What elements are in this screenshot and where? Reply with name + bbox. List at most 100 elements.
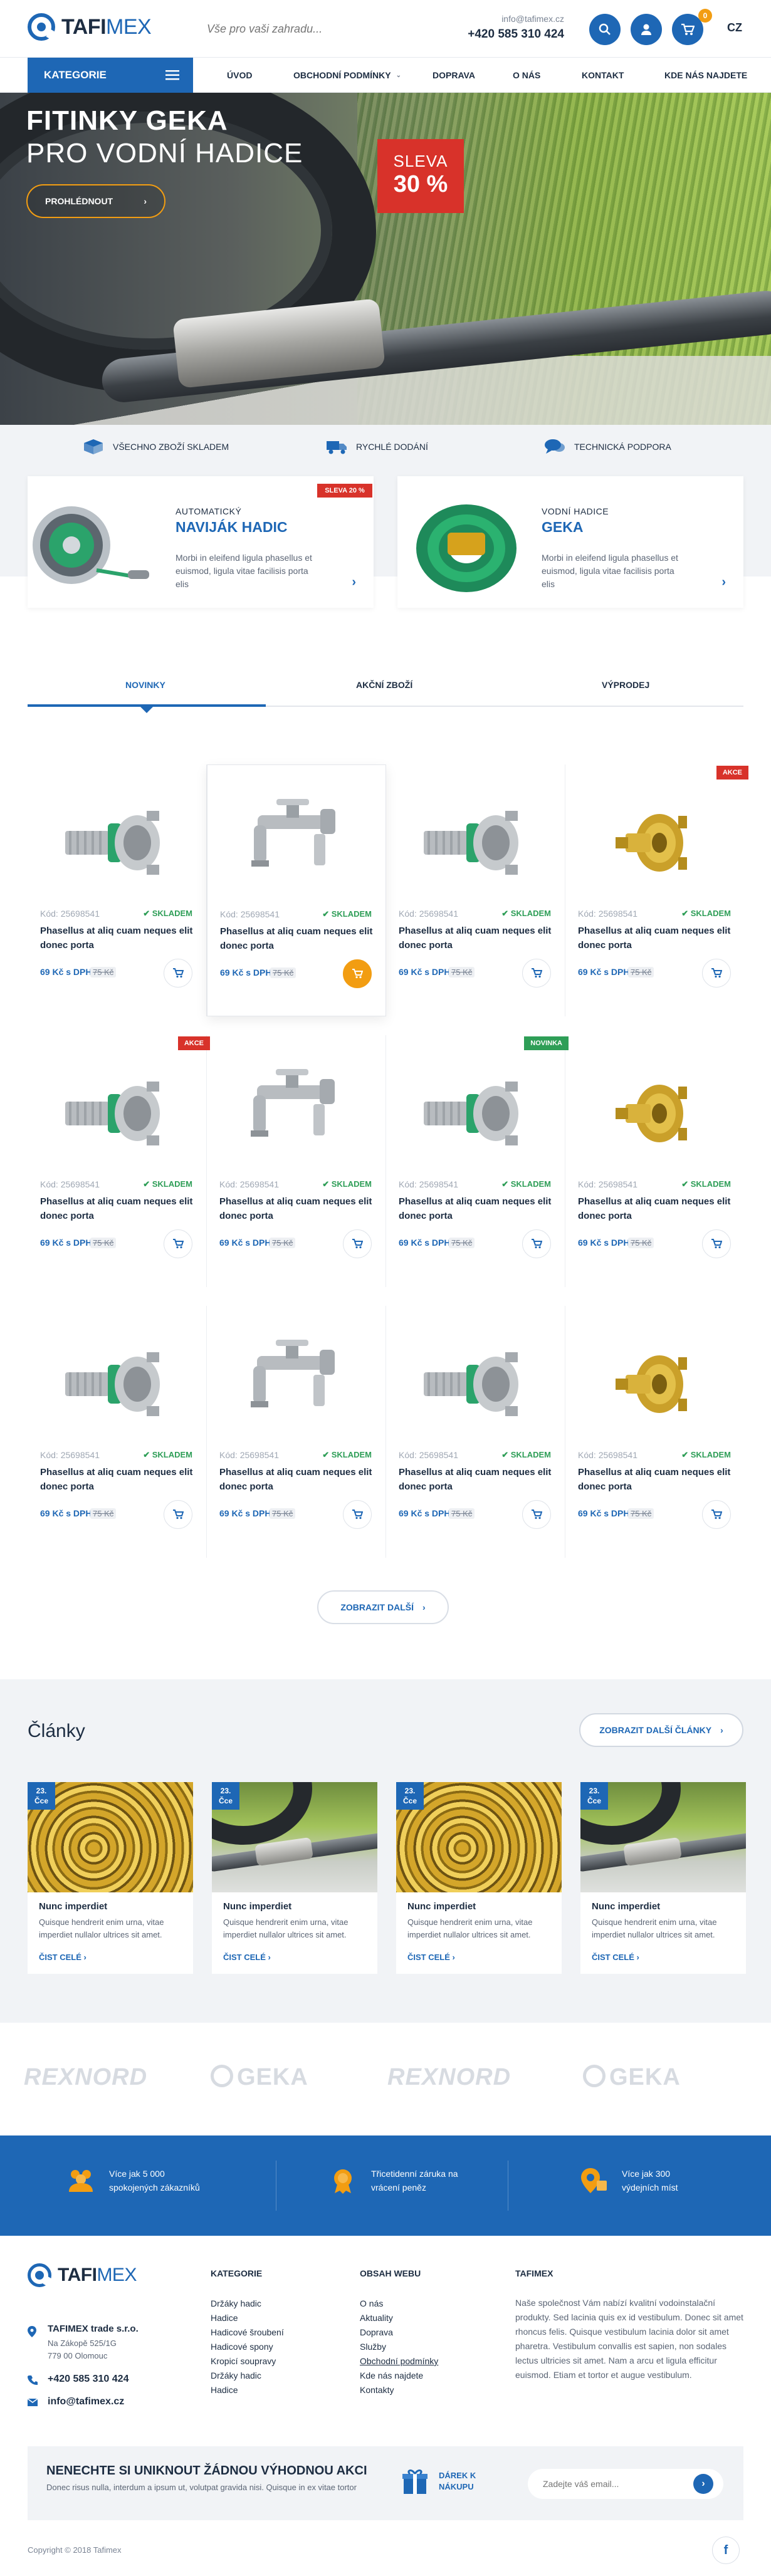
product-card[interactable]: Kód: 25698541 ✔ SKLADEM Phasellus at aliq … xyxy=(565,1306,745,1558)
article-title[interactable]: Nunc imperdiet xyxy=(407,1901,476,1912)
article-read-more-link[interactable]: ČIST CELÉ › xyxy=(223,1953,271,1962)
promo-card-hose[interactable]: VODNÍ HADICE GEKA Morbi in eleifend ligu… xyxy=(397,476,743,608)
product-card[interactable]: Kód: 25698541 ✔ SKLADEM Phasellus at aliq … xyxy=(207,1306,386,1558)
language-switch[interactable]: CZ xyxy=(727,21,742,34)
footer-category-link[interactable]: Hadicové šroubení xyxy=(211,2327,284,2337)
search-input[interactable] xyxy=(207,18,445,40)
search-button[interactable] xyxy=(589,14,621,45)
footer-content-link[interactable]: Kontakty xyxy=(360,2385,394,2395)
product-card[interactable]: Kód: 25698541 ✔ SKLADEM Phasellus at aliq … xyxy=(565,764,748,1016)
footer-content-link[interactable]: Aktuality xyxy=(360,2313,393,2323)
nav-contact[interactable]: KONTAKT xyxy=(582,58,624,93)
footer-content-link[interactable]: O nás xyxy=(360,2298,383,2308)
hero-browse-button[interactable]: PROHLÉDNOUT › xyxy=(26,184,165,218)
footer-content-link[interactable]: Služby xyxy=(360,2342,386,2352)
tab-new[interactable]: NOVINKY xyxy=(125,680,165,690)
product-name[interactable]: Phasellus at aliq cuam neques elit donec… xyxy=(578,1194,735,1223)
tab-clearance[interactable]: VÝPRODEJ xyxy=(602,680,649,690)
logo[interactable]: TAFIMEX xyxy=(28,13,152,41)
product-card[interactable]: Kód: 25698541 ✔ SKLADEM Phasellus at aliq … xyxy=(207,1035,386,1287)
article-title[interactable]: Nunc imperdiet xyxy=(592,1901,660,1912)
product-image[interactable] xyxy=(233,790,358,897)
add-to-cart-button[interactable] xyxy=(164,1500,192,1529)
footer-category-link[interactable]: Držáky hadic xyxy=(211,2298,261,2308)
product-image[interactable] xyxy=(411,1331,537,1437)
product-name[interactable]: Phasellus at aliq cuam neques elit donec… xyxy=(399,1194,555,1223)
product-image[interactable] xyxy=(590,1060,716,1167)
footer-category-link[interactable]: Hadicové spony xyxy=(211,2342,273,2352)
facebook-icon[interactable]: f xyxy=(712,2537,740,2564)
product-name[interactable]: Phasellus at aliq cuam neques elit donec… xyxy=(219,1465,376,1494)
add-to-cart-button[interactable] xyxy=(522,1500,551,1529)
nav-about[interactable]: O NÁS xyxy=(513,58,540,93)
product-card[interactable]: Kód: 25698541 ✔ SKLADEM Phasellus at aliq … xyxy=(28,764,207,1016)
chevron-right-icon[interactable]: › xyxy=(352,575,356,590)
add-to-cart-button[interactable] xyxy=(702,959,731,988)
chevron-right-icon[interactable]: › xyxy=(721,575,726,590)
brand-logo-geka[interactable]: GEKA xyxy=(211,2064,308,2091)
nav-shipping[interactable]: DOPRAVA xyxy=(433,58,475,93)
footer-content-link[interactable]: Doprava xyxy=(360,2327,393,2337)
product-image[interactable] xyxy=(232,1060,357,1167)
gift-label[interactable]: DÁREK K NÁKUPU xyxy=(439,2470,495,2493)
tab-sale[interactable]: AKČNÍ ZBOŽÍ xyxy=(356,680,412,690)
footer-content-link[interactable]: Obchodní podmínky xyxy=(360,2356,438,2366)
add-to-cart-button[interactable] xyxy=(164,959,192,988)
product-card[interactable]: Kód: 25698541 ✔ SKLADEM Phasellus at aliq … xyxy=(28,1035,210,1287)
product-name[interactable]: Phasellus at aliq cuam neques elit donec… xyxy=(40,1194,197,1223)
footer-content-link[interactable]: Kde nás najdete xyxy=(360,2370,423,2380)
product-image[interactable] xyxy=(232,1331,357,1437)
article-title[interactable]: Nunc imperdiet xyxy=(223,1901,291,1912)
footer-category-link[interactable]: Hadice xyxy=(211,2385,238,2395)
article-read-more-link[interactable]: ČIST CELÉ › xyxy=(592,1953,639,1962)
footer-category-link[interactable]: Držáky hadic xyxy=(211,2370,261,2380)
brand-logo-rexnord[interactable]: REXNORD xyxy=(24,2064,147,2091)
add-to-cart-button[interactable] xyxy=(343,959,372,988)
categories-button[interactable]: KATEGORIE xyxy=(28,58,193,93)
account-button[interactable] xyxy=(631,14,662,45)
product-image[interactable] xyxy=(411,1060,537,1167)
nav-terms[interactable]: OBCHODNÍ PODMÍNKY ⌄ xyxy=(293,58,401,93)
product-image[interactable] xyxy=(590,1331,716,1437)
product-name[interactable]: Phasellus at aliq cuam neques elit donec… xyxy=(578,1465,735,1494)
product-image[interactable] xyxy=(53,1331,178,1437)
product-name[interactable]: Phasellus at aliq cuam neques elit donec… xyxy=(399,1465,555,1494)
show-more-button[interactable]: ZOBRAZIT DALŠÍ › xyxy=(317,1590,449,1624)
article-card[interactable]: 23. Čce Nunc imperdiet Quisque hendrerit en… xyxy=(580,1782,746,1974)
add-to-cart-button[interactable] xyxy=(522,959,551,988)
article-read-more-link[interactable]: ČIST CELÉ › xyxy=(39,1953,87,1962)
product-card[interactable]: Kód: 25698541 ✔ SKLADEM Phasellus at aliq … xyxy=(28,1306,207,1558)
footer-phone[interactable]: +420 585 310 424 xyxy=(48,2374,128,2385)
product-image[interactable] xyxy=(411,790,537,896)
header-email[interactable]: info@tafimex.cz xyxy=(483,14,564,24)
product-name[interactable]: Phasellus at aliq cuam neques elit donec… xyxy=(40,1465,197,1494)
footer-email[interactable]: info@tafimex.cz xyxy=(48,2396,124,2407)
product-card[interactable]: Kód: 25698541 ✔ SKLADEM Phasellus at aliq … xyxy=(386,764,565,1016)
product-image[interactable] xyxy=(53,1060,178,1167)
nav-home[interactable]: ÚVOD xyxy=(227,58,252,93)
footer-category-link[interactable]: Kropicí soupravy xyxy=(211,2356,276,2366)
add-to-cart-button[interactable] xyxy=(522,1229,551,1258)
newsletter-submit-button[interactable]: › xyxy=(693,2474,713,2494)
footer-logo[interactable]: TAFIMEX xyxy=(28,2263,137,2287)
product-name[interactable]: Phasellus at aliq cuam neques elit donec… xyxy=(578,924,735,952)
add-to-cart-button[interactable] xyxy=(343,1500,372,1529)
add-to-cart-button[interactable] xyxy=(343,1229,372,1258)
article-card[interactable]: 23. Čce Nunc imperdiet Quisque hendrerit en… xyxy=(28,1782,193,1974)
article-read-more-link[interactable]: ČIST CELÉ › xyxy=(407,1953,455,1962)
product-name[interactable]: Phasellus at aliq cuam neques elit donec… xyxy=(40,924,197,952)
article-title[interactable]: Nunc imperdiet xyxy=(39,1901,107,1912)
product-card[interactable]: Kód: 25698541 ✔ SKLADEM Phasellus at aliq … xyxy=(386,1035,569,1287)
product-name[interactable]: Phasellus at aliq cuam neques elit donec… xyxy=(399,924,555,952)
nav-locations[interactable]: KDE NÁS NAJDETE xyxy=(664,58,747,93)
product-card[interactable]: Kód: 25698541 ✔ SKLADEM Phasellus at aliq … xyxy=(565,1035,745,1287)
product-name[interactable]: Phasellus at aliq cuam neques elit donec… xyxy=(219,1194,376,1223)
add-to-cart-button[interactable] xyxy=(702,1229,731,1258)
add-to-cart-button[interactable] xyxy=(164,1229,192,1258)
product-card[interactable]: Kód: 25698541 ✔ SKLADEM Phasellus at aliq … xyxy=(386,1306,565,1558)
article-card[interactable]: 23. Čce Nunc imperdiet Quisque hendrerit en… xyxy=(396,1782,562,1974)
product-name[interactable]: Phasellus at aliq cuam neques elit donec… xyxy=(220,924,377,953)
product-image[interactable] xyxy=(590,790,716,896)
product-image[interactable] xyxy=(53,790,178,896)
brand-logo-geka[interactable]: GEKA xyxy=(583,2064,681,2091)
